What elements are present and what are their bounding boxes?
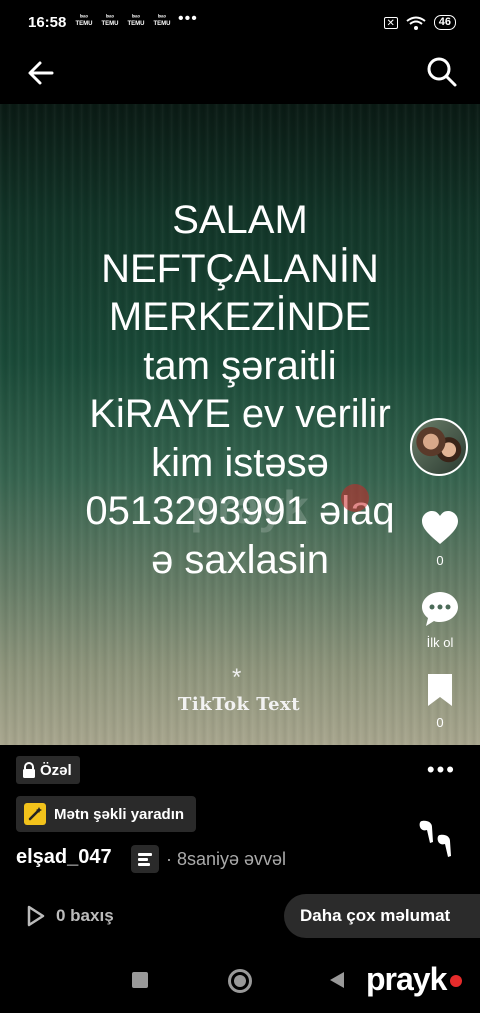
comment-icon bbox=[422, 592, 458, 626]
recents-icon[interactable] bbox=[132, 972, 148, 988]
status-more-dots: ••• bbox=[178, 10, 198, 27]
top-bar bbox=[0, 44, 480, 104]
watermark-dot bbox=[341, 484, 369, 512]
privacy-label: Özəl bbox=[40, 761, 72, 779]
post-info: Özəl ••• Mətn şəkli yaradın elşad_047 · … bbox=[0, 745, 480, 945]
tiktok-text-sticker: TikTok Text bbox=[178, 694, 301, 715]
privacy-badge[interactable]: Özəl bbox=[16, 756, 80, 784]
view-count-label: 0 baxış bbox=[56, 906, 114, 925]
wifi-icon bbox=[406, 16, 426, 30]
sim-icon: ✕ bbox=[383, 16, 398, 29]
username[interactable]: elşad_047 bbox=[16, 846, 112, 869]
battery-icon: 46 bbox=[433, 15, 456, 30]
comment-label: İlk ol bbox=[426, 635, 454, 650]
lock-icon bbox=[23, 762, 35, 778]
sticker-star-icon: * bbox=[232, 664, 242, 691]
more-info-button[interactable]: Daha çox məlumat bbox=[284, 894, 480, 938]
post-text-line: tam şəraitli bbox=[143, 343, 337, 388]
post-text-line: SALAM bbox=[172, 198, 308, 242]
text-post-icon bbox=[131, 845, 159, 873]
like-button[interactable]: 0 bbox=[408, 510, 472, 568]
home-icon[interactable] bbox=[228, 969, 252, 993]
view-count: 0 baxış bbox=[24, 905, 114, 927]
play-icon bbox=[27, 905, 45, 927]
system-nav-bar: prayk bbox=[0, 945, 480, 1013]
post-text-line: NEFTÇALANİN bbox=[101, 246, 379, 291]
save-count: 0 bbox=[436, 715, 444, 730]
save-button[interactable]: 0 bbox=[408, 672, 472, 730]
avatar[interactable] bbox=[410, 418, 468, 476]
temu-notification-icon: ᵇᶦᵃᵒ TEMU bbox=[153, 15, 171, 27]
temu-notification-icon: ᵇᶦᵃᵒ TEMU bbox=[101, 15, 119, 27]
status-time: 16:58 bbox=[28, 14, 67, 31]
status-icons: ✕ 46 bbox=[383, 15, 456, 30]
post-text-line: ə saxlasin bbox=[151, 537, 329, 582]
magic-wand-icon bbox=[24, 803, 46, 825]
back-icon[interactable] bbox=[330, 972, 344, 988]
comment-button[interactable]: İlk ol bbox=[408, 590, 472, 650]
heart-icon bbox=[422, 511, 458, 544]
watermark: prayk bbox=[190, 481, 309, 533]
create-text-image-button[interactable]: Mətn şəkli yaradın bbox=[16, 796, 197, 832]
brand-dot bbox=[450, 975, 462, 987]
earbuds-icon[interactable] bbox=[418, 815, 458, 863]
arrow-left-icon[interactable] bbox=[26, 58, 56, 88]
search-icon[interactable] bbox=[426, 56, 458, 88]
post-text-line: KiRAYE ev verilir bbox=[89, 392, 391, 436]
brand-logo: prayk bbox=[366, 961, 447, 997]
bookmark-icon bbox=[428, 674, 452, 706]
post-text-line: MERKEZİNDE bbox=[108, 295, 372, 339]
like-count: 0 bbox=[436, 553, 444, 568]
temu-notification-icon: ᵇᶦᵃᵒ TEMU bbox=[75, 15, 93, 27]
create-button-label: Mətn şəkli yaradın bbox=[54, 805, 185, 823]
status-bar: 16:58 ᵇᶦᵃᵒ TEMU ᵇᶦᵃᵒ TEMU ᵇᶦᵃᵒ TEMU ᵇᶦᵃᵒ TEM… bbox=[0, 0, 480, 44]
post-time: · 8saniyə əvvəl bbox=[166, 849, 287, 869]
temu-notification-icon: ᵇᶦᵃᵒ TEMU bbox=[127, 15, 145, 27]
more-options-icon[interactable]: ••• bbox=[427, 759, 456, 781]
notification-icons: ᵇᶦᵃᵒ TEMU ᵇᶦᵃᵒ TEMU ᵇᶦᵃᵒ TEMU ᵇᶦᵃᵒ TEMU bbox=[74, 15, 172, 27]
